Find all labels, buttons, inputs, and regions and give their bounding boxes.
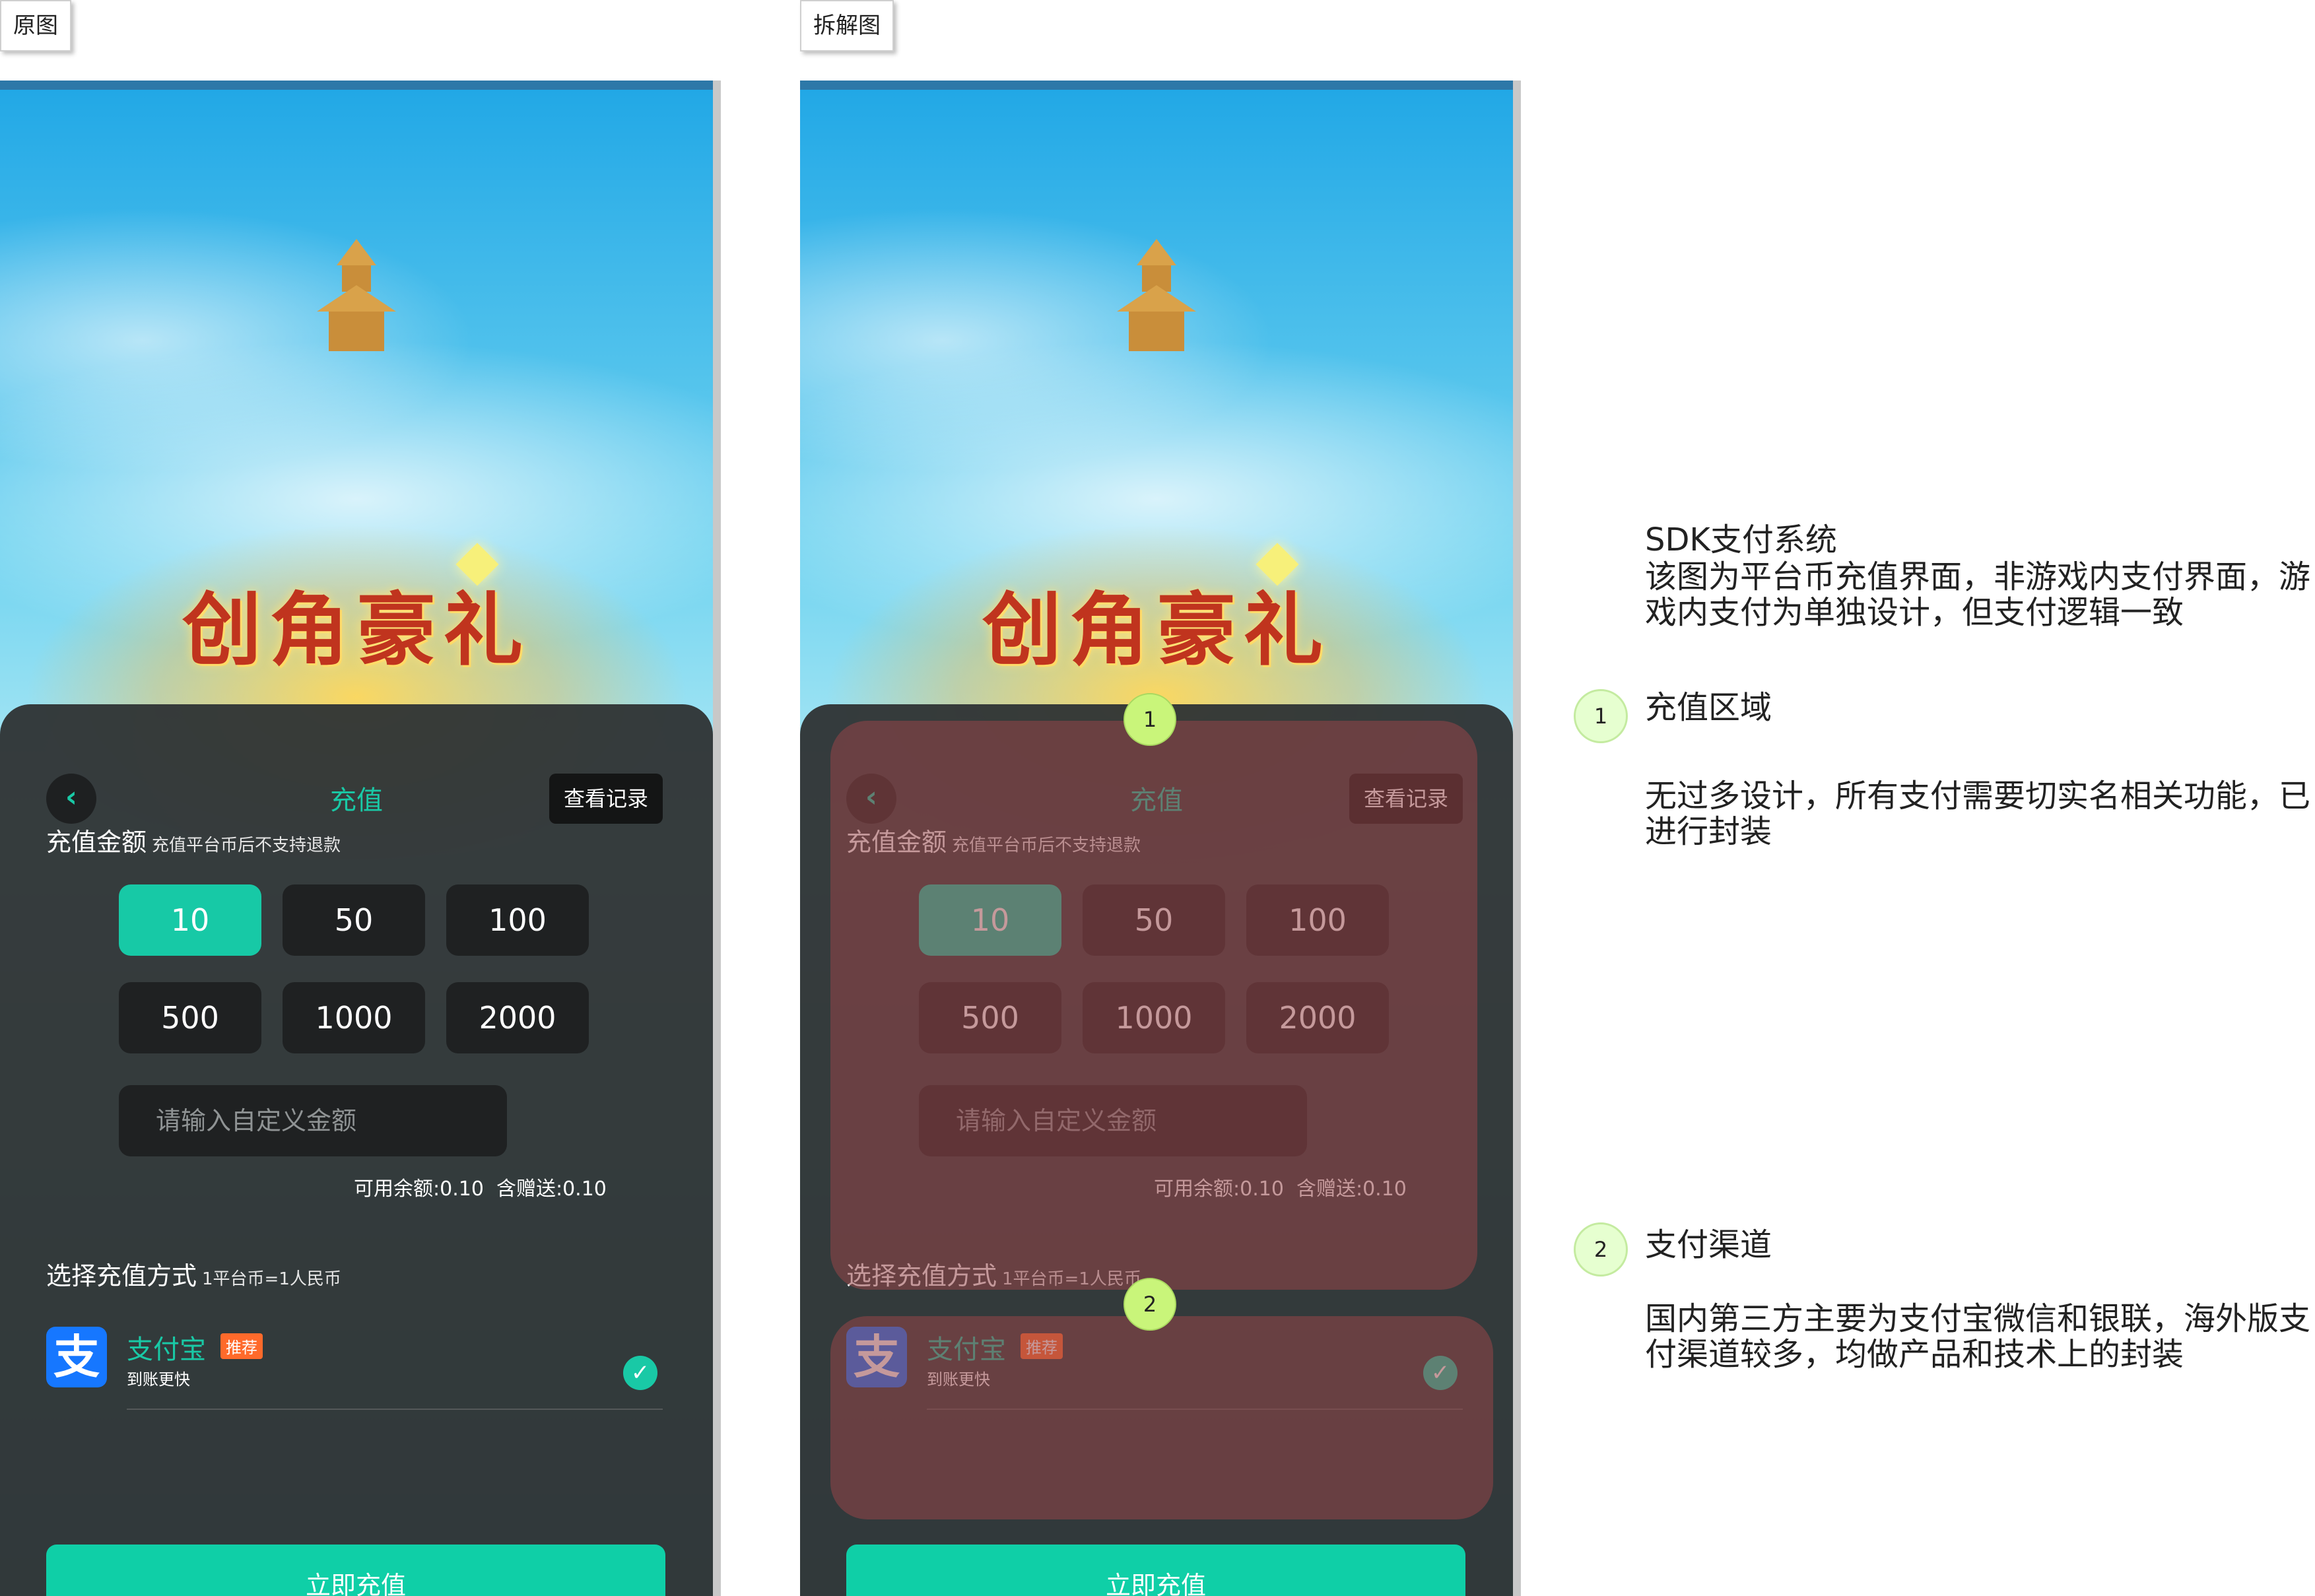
view-records-button[interactable]: 查看记录 xyxy=(549,774,663,824)
status-line xyxy=(0,81,713,90)
payment-channel-highlight xyxy=(830,1316,1493,1519)
notes-header-line2: 戏内支付为单独设计，但支付逻辑一致 xyxy=(1645,594,2184,631)
notes-header: SDK支付系统 xyxy=(1645,521,1837,558)
custom-amount-input[interactable]: 请输入自定义金额 xyxy=(119,1085,507,1156)
recharge-now-button[interactable]: 立即充值 xyxy=(846,1545,1465,1596)
alipay-name[interactable]: 支付宝 xyxy=(127,1328,206,1366)
bonus-text: 含赠送:0.10 xyxy=(496,1178,607,1201)
original-tag: 原图 xyxy=(0,0,71,51)
note-title-2: 支付渠道 xyxy=(1645,1226,1772,1263)
amount-note: 充值平台币后不支持退款 xyxy=(152,836,341,855)
check-icon[interactable]: ✓ xyxy=(623,1356,657,1390)
amount-option[interactable]: 10 xyxy=(119,884,261,956)
method-rate: 1平台币=1人民币 xyxy=(202,1269,341,1289)
note-body-1-line1: 无过多设计，所有支付需要切实名相关功能，已 xyxy=(1645,778,2311,815)
phone-original: 创角豪礼 ‹ 充值 查看记录 充值金额 充值平台币后不支持退款 10 50 100… xyxy=(0,81,713,1596)
note-body-2-line2: 付渠道较多，均做产品和技术上的封装 xyxy=(1645,1336,2184,1373)
note-marker-1: 1 xyxy=(1574,689,1628,743)
amount-option[interactable]: 1000 xyxy=(283,982,425,1053)
amount-label: 充值金额充值平台币后不支持退款 xyxy=(46,822,341,858)
recharge-now-button[interactable]: 立即充值 xyxy=(46,1545,665,1596)
note-body-2-line1: 国内第三方主要为支付宝微信和银联，海外版支 xyxy=(1645,1300,2311,1337)
breakdown-tag: 拆解图 xyxy=(800,0,894,51)
banner-title: 创角豪礼 xyxy=(982,583,1331,677)
amount-option[interactable]: 500 xyxy=(119,982,261,1053)
temple-icon xyxy=(317,239,396,351)
amount-option[interactable]: 100 xyxy=(446,884,589,956)
temple-icon xyxy=(1117,239,1196,351)
recommend-badge: 推荐 xyxy=(220,1333,263,1359)
notes-header-line1: 该图为平台币充值界面，非游戏内支付界面，游 xyxy=(1645,558,2311,595)
note-body-1-line2: 进行封装 xyxy=(1645,813,1772,850)
divider xyxy=(127,1409,663,1410)
recharge-area-highlight xyxy=(830,721,1477,1290)
marker-2: 2 xyxy=(1124,1278,1176,1331)
amount-option[interactable]: 50 xyxy=(283,884,425,956)
note-title-1: 充值区域 xyxy=(1645,689,1772,726)
alipay-icon: 支 xyxy=(46,1327,107,1387)
amount-option[interactable]: 2000 xyxy=(446,982,589,1053)
method-label: 选择充值方式1平台币=1人民币 xyxy=(46,1255,341,1292)
marker-1: 1 xyxy=(1124,693,1176,746)
method-label-text: 选择充值方式 xyxy=(46,1261,197,1290)
balance-info: 可用余额:0.10 含赠送:0.10 xyxy=(354,1172,607,1201)
note-marker-2: 2 xyxy=(1574,1222,1628,1277)
balance-text: 可用余额:0.10 xyxy=(354,1178,484,1201)
amount-label-text: 充值金额 xyxy=(46,828,147,857)
banner-title: 创角豪礼 xyxy=(182,583,531,677)
status-line xyxy=(800,81,1513,90)
alipay-subtitle: 到账更快 xyxy=(127,1370,190,1389)
phone-breakdown: 创角豪礼 ‹ 充值 查看记录 充值金额充值平台币后不支持退款 10 50 100… xyxy=(800,81,1513,1596)
